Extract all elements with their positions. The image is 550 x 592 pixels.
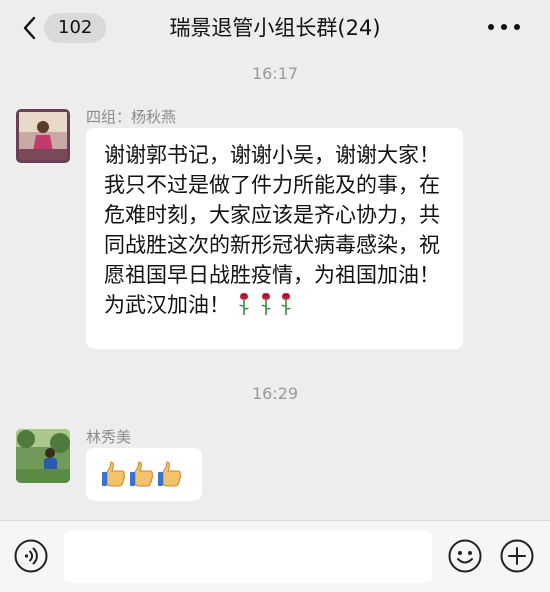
timestamp: 16:17 xyxy=(251,64,299,83)
emoji-icon[interactable] xyxy=(448,539,482,573)
chevron-left-icon xyxy=(23,16,36,40)
rose-icon xyxy=(278,290,294,316)
message-bubble[interactable]: 谢谢郭书记，谢谢小吴，谢谢大家！我只不过是做了件力所能及的事，在危难时刻，大家应… xyxy=(86,128,463,349)
sender-name: 林秀美 xyxy=(86,428,132,446)
chat-header: 102 瑞景退管小组长群(24) xyxy=(0,0,550,56)
rose-icon xyxy=(236,290,252,316)
avatar-photo-icon xyxy=(16,429,70,483)
unread-count-badge: 102 xyxy=(44,13,107,43)
sender-name: 四组：杨秋燕 xyxy=(86,108,177,126)
back-button[interactable]: 102 xyxy=(22,12,107,44)
avatar[interactable] xyxy=(16,429,70,483)
rose-icon xyxy=(258,290,274,316)
timestamp: 16:29 xyxy=(251,384,299,403)
plus-icon[interactable] xyxy=(500,539,534,573)
more-dots-icon[interactable] xyxy=(488,24,520,32)
message-input[interactable] xyxy=(64,531,432,583)
avatar-photo-icon xyxy=(16,109,70,163)
thumbs-up-icon xyxy=(130,460,154,488)
message-bubble[interactable] xyxy=(86,448,202,501)
chat-title: 瑞景退管小组长群(24) xyxy=(169,16,381,40)
thumbs-up-icon xyxy=(102,460,126,488)
thumbs-up-icon xyxy=(158,460,182,488)
input-bar xyxy=(0,520,550,592)
voice-icon[interactable] xyxy=(14,539,48,573)
avatar[interactable] xyxy=(16,109,70,163)
